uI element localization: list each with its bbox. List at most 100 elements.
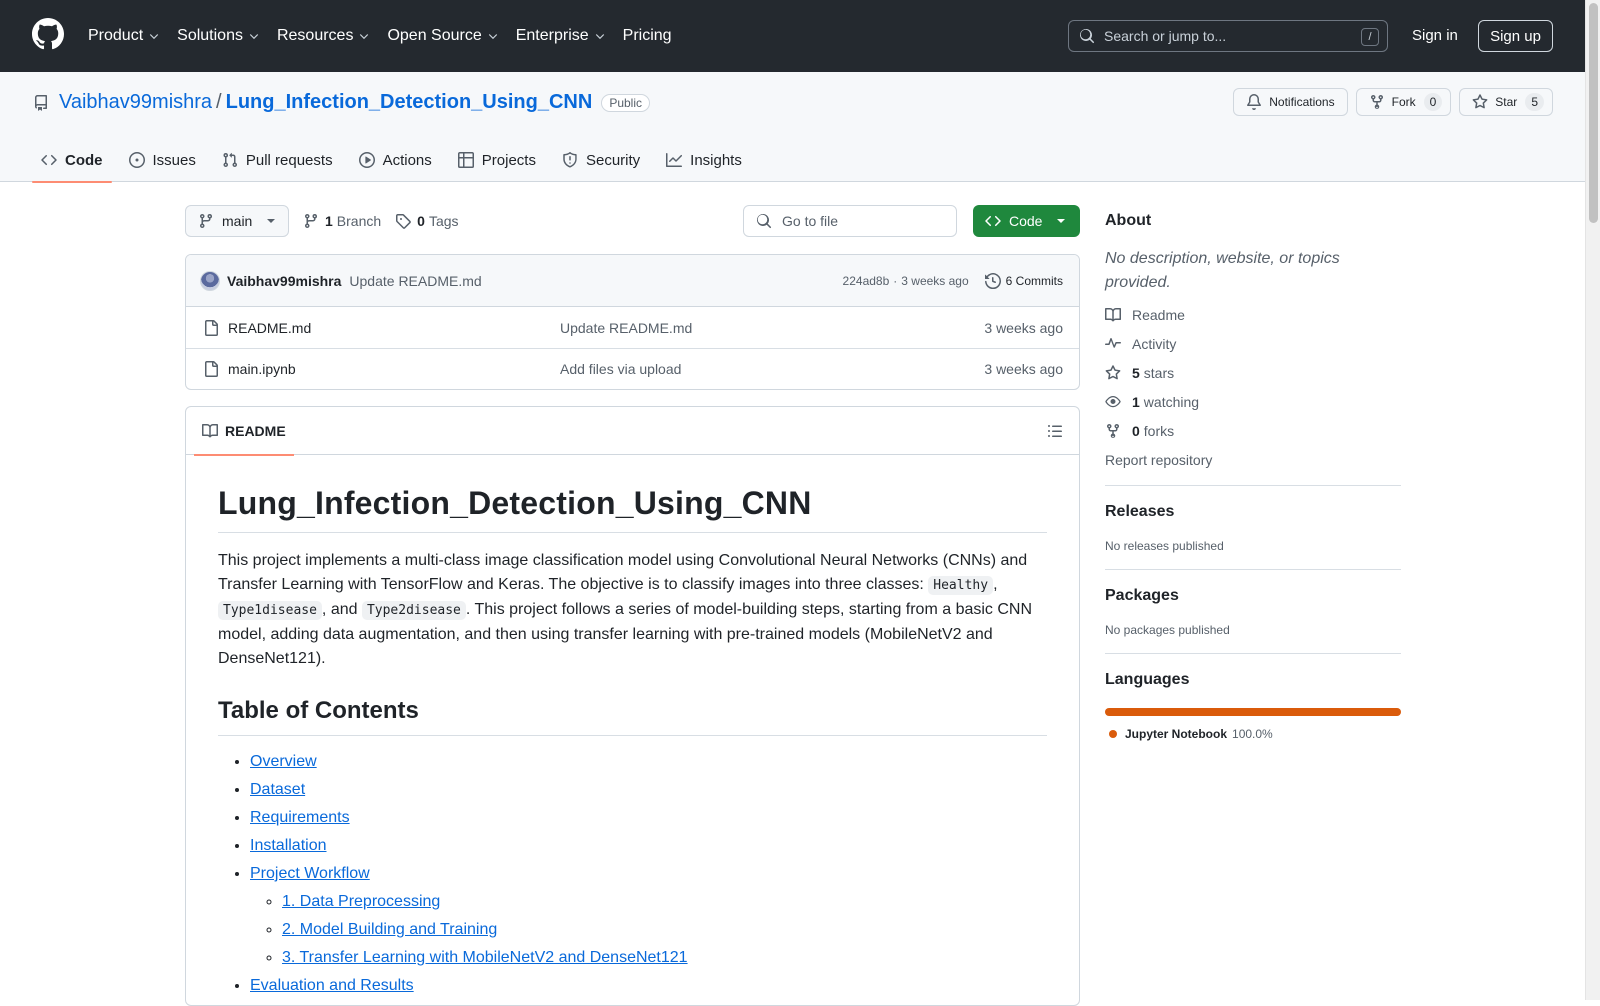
repo-title: Vaibhav99mishra / Lung_Infection_Detecti…	[33, 91, 650, 114]
commit-author-link[interactable]: Vaibhav99mishra	[227, 273, 341, 289]
tags-link[interactable]: 0 Tags	[395, 213, 459, 229]
file-commit-time: 3 weeks ago	[984, 319, 1063, 336]
readme-title: Lung_Infection_Detection_Using_CNN	[218, 485, 1047, 533]
sidebar-item-watching[interactable]: 1 watching	[1105, 393, 1401, 411]
toc-link[interactable]: Installation	[250, 837, 327, 854]
sidebar-item-label: Activity	[1132, 336, 1177, 352]
tab-projects[interactable]: Projects	[449, 138, 545, 182]
table-row: README.md Update README.md 3 weeks ago	[186, 307, 1079, 348]
repo-path-separator: /	[216, 91, 222, 113]
code-download-button[interactable]: Code	[973, 205, 1080, 237]
commits-history-link[interactable]: 6 Commits	[984, 272, 1063, 289]
fork-button[interactable]: Fork 0	[1355, 88, 1452, 116]
branch-count: 1	[325, 213, 333, 229]
github-logo-icon[interactable]	[32, 18, 64, 50]
sidebar-item-forks[interactable]: 0 forks	[1105, 422, 1401, 440]
scrollbar-thumb[interactable]	[1589, 3, 1598, 223]
chevron-down-icon	[149, 34, 159, 40]
tab-issues[interactable]: Issues	[120, 138, 205, 182]
language-name: Jupyter Notebook	[1125, 727, 1228, 741]
language-color-dot	[1109, 730, 1117, 738]
search-icon	[1080, 29, 1095, 44]
about-list: Readme Activity 5 stars 1 watching 0 forks	[1105, 306, 1401, 440]
sidebar-item-text: Activity	[1132, 336, 1176, 352]
commit-meta-separator: ·	[893, 273, 898, 288]
star-button[interactable]: Star 5	[1459, 88, 1553, 116]
branch-icon	[305, 213, 317, 229]
history-icon	[984, 272, 1001, 289]
readme-tab-label: README	[225, 423, 286, 439]
table-row: main.ipynb Add files via upload 3 weeks ag…	[186, 348, 1079, 389]
page-scrollbar[interactable]	[1585, 0, 1600, 1000]
fork-icon	[1107, 424, 1119, 439]
nav-item-label: Product	[88, 27, 144, 44]
file-commit-message-link[interactable]: Add files via upload	[560, 361, 681, 377]
sidebar-item-stars[interactable]: 5 stars	[1105, 364, 1401, 382]
notifications-button[interactable]: Notifications	[1233, 88, 1348, 116]
toc-link[interactable]: Requirements	[250, 809, 350, 826]
notifications-label: Notifications	[1269, 95, 1335, 109]
file-list: Vaibhav99mishra Update README.md 224ad8b…	[185, 254, 1080, 390]
sign-in-link[interactable]: Sign in	[1412, 27, 1458, 44]
readme-content: Lung_Infection_Detection_Using_CNN This …	[186, 485, 1079, 998]
repo-owner-link[interactable]: Vaibhav99mishra	[59, 91, 212, 114]
inline-code: Healthy	[928, 576, 994, 595]
sidebar-item-readme[interactable]: Readme	[1105, 306, 1401, 324]
sidebar-item-activity[interactable]: Activity	[1105, 335, 1401, 353]
star-label: Star	[1495, 95, 1518, 109]
toc-link[interactable]: Evaluation and Results	[250, 977, 414, 994]
languages-heading: Languages	[1105, 671, 1190, 688]
about-heading: About	[1105, 212, 1152, 229]
go-to-file-placeholder: Go to file	[782, 213, 839, 229]
go-to-file-input[interactable]: Go to file	[743, 205, 957, 237]
tab-security[interactable]: Security	[553, 138, 649, 182]
packages-heading[interactable]: Packages	[1105, 587, 1401, 605]
report-repository-link[interactable]: Report repository	[1105, 451, 1401, 469]
commit-message-link[interactable]: Update README.md	[349, 273, 481, 289]
tab-code[interactable]: Code	[32, 138, 112, 183]
toc-link[interactable]: Overview	[250, 753, 317, 770]
tab-insights[interactable]: Insights	[657, 138, 751, 182]
sign-up-button[interactable]: Sign up	[1478, 20, 1553, 52]
nav-item-resources[interactable]: Resources	[277, 27, 370, 45]
avatar[interactable]	[200, 270, 220, 291]
file-commit-message-link[interactable]: Update README.md	[560, 320, 692, 336]
report-repository-label: Report repository	[1105, 452, 1213, 468]
language-item[interactable]: Jupyter Notebook 100.0%	[1105, 727, 1401, 741]
nav-item-pricing[interactable]: Pricing	[623, 27, 672, 45]
tag-icon	[396, 214, 411, 229]
global-search-input[interactable]: Search or jump to... /	[1068, 20, 1388, 52]
tag-count-label: Tags	[428, 213, 459, 229]
nav-item-open-source[interactable]: Open Source	[387, 27, 498, 45]
inline-code: Type1disease	[218, 601, 322, 620]
sidebar-item-count: 5	[1132, 365, 1140, 381]
nav-item-solutions[interactable]: Solutions	[177, 27, 260, 45]
star-icon	[1472, 94, 1488, 109]
toc-link[interactable]: Dataset	[250, 781, 305, 798]
branch-select-button[interactable]: main	[185, 205, 289, 237]
readme-tab[interactable]: README	[194, 407, 294, 456]
toc-link[interactable]: 1. Data Preprocessing	[282, 893, 440, 910]
toc-link[interactable]: Project Workflow	[250, 865, 370, 882]
toc-link[interactable]: 2. Model Building and Training	[282, 921, 497, 938]
list-item: Installation	[250, 834, 1047, 858]
nav-item-product[interactable]: Product	[88, 27, 160, 45]
tab-label: Pull requests	[245, 151, 333, 169]
file-name-link[interactable]: README.md	[228, 320, 311, 336]
sidebar-item-text: Readme	[1132, 307, 1185, 323]
nav-item-enterprise[interactable]: Enterprise	[516, 27, 606, 45]
commit-hash-link[interactable]: 224ad8b	[843, 274, 890, 288]
repo-name-link[interactable]: Lung_Infection_Detection_Using_CNN	[226, 91, 593, 114]
list-unordered-icon	[1048, 425, 1062, 437]
file-icon	[205, 319, 218, 336]
outline-toggle-button[interactable]	[1047, 423, 1063, 439]
file-icon	[205, 361, 218, 377]
inline-code: Type2disease	[361, 601, 466, 620]
tab-pull-requests[interactable]: Pull requests	[213, 138, 342, 182]
releases-heading[interactable]: Releases	[1105, 503, 1401, 521]
branches-link[interactable]: 1 Branch	[303, 213, 381, 229]
tab-label: Projects	[481, 151, 536, 169]
file-name-link[interactable]: main.ipynb	[228, 361, 296, 377]
toc-link[interactable]: 3. Transfer Learning with MobileNetV2 an…	[282, 949, 688, 966]
tab-actions[interactable]: Actions	[350, 138, 441, 182]
